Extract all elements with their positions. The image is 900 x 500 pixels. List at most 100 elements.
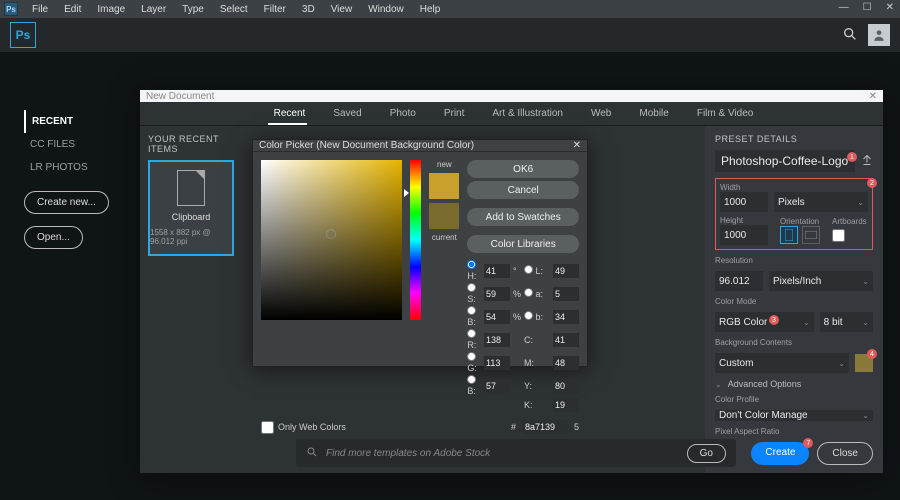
colorpicker-close-icon[interactable]: ✕ (573, 140, 581, 151)
cancel-button[interactable]: Cancel (467, 181, 579, 199)
menu-view[interactable]: View (323, 2, 361, 17)
create-button[interactable]: Create 7 (751, 442, 809, 465)
field-h[interactable] (484, 264, 510, 278)
annotation-2: 2 (867, 178, 877, 188)
color-libraries-button[interactable]: Color Libraries (467, 235, 579, 253)
menu-3d[interactable]: 3D (294, 2, 323, 17)
minimize-button[interactable]: — (839, 2, 849, 13)
close-dialog-button[interactable]: Close (817, 442, 873, 465)
field-k[interactable] (553, 398, 579, 412)
menu-filter[interactable]: Filter (256, 2, 294, 17)
width-input[interactable] (720, 192, 768, 212)
rail-lrphotos[interactable]: LR PHOTOS (24, 156, 129, 179)
radio-h[interactable] (467, 260, 476, 269)
tab-web[interactable]: Web (589, 102, 613, 125)
annotation-5: 5 (574, 422, 579, 432)
ok-button[interactable]: OK 6 (467, 160, 579, 178)
maximize-button[interactable]: ☐ (863, 2, 872, 13)
menu-select[interactable]: Select (212, 2, 256, 17)
save-preset-icon[interactable] (861, 154, 873, 168)
menu-window[interactable]: Window (360, 2, 412, 17)
recent-item-meta: 1558 x 882 px @ 96.012 ppi (150, 228, 232, 246)
width-unit-select[interactable]: Pixels⌄ (774, 192, 868, 212)
radio-b[interactable] (467, 306, 476, 315)
field-l[interactable] (553, 264, 579, 278)
tab-photo[interactable]: Photo (388, 102, 418, 125)
current-color (429, 203, 459, 229)
profile-select[interactable]: Don't Color Manage⌄ (715, 410, 873, 421)
app-chrome: Ps (0, 18, 900, 52)
height-label: Height (720, 216, 768, 225)
radio-l[interactable] (524, 265, 533, 274)
colormode-select[interactable]: RGB Color⌄ 3 (715, 312, 814, 332)
field-blab[interactable] (553, 310, 579, 324)
orientation-portrait[interactable] (780, 226, 798, 244)
tab-recent[interactable]: Recent (268, 102, 308, 125)
hue-slider[interactable] (410, 160, 422, 320)
menu-layer[interactable]: Layer (133, 2, 174, 17)
field-r[interactable] (484, 333, 510, 347)
preset-title-field[interactable]: Photoshop-Coffee-Logo (715, 150, 855, 172)
create-new-button[interactable]: Create new... (24, 191, 109, 214)
field-y[interactable] (553, 379, 579, 393)
orientation-landscape[interactable] (802, 226, 820, 244)
field-c[interactable] (553, 333, 579, 347)
menu-help[interactable]: Help (412, 2, 449, 17)
field-s[interactable] (484, 287, 510, 301)
go-button[interactable]: Go (687, 444, 726, 463)
advanced-toggle[interactable]: ⌄ Advanced Options (715, 379, 873, 389)
field-brgb[interactable] (484, 379, 510, 393)
stock-prompt[interactable]: Find more templates on Adobe Stock (326, 448, 679, 459)
radio-s[interactable] (467, 283, 476, 292)
app-badge: Ps (4, 2, 18, 16)
only-web-checkbox[interactable]: Only Web Colors (261, 421, 346, 434)
page-icon (177, 170, 205, 206)
field-g[interactable] (484, 356, 510, 370)
artboards-checkbox[interactable] (832, 229, 845, 242)
chevron-down-icon: ⌄ (715, 380, 722, 389)
chevron-down-icon: ⌄ (857, 198, 864, 207)
profile-label: Color Profile (715, 395, 873, 404)
sv-field[interactable] (261, 160, 402, 320)
hex-input[interactable] (522, 420, 568, 434)
advanced-label: Advanced Options (728, 379, 802, 389)
close-button[interactable]: ✕ (886, 2, 894, 13)
field-bhsb[interactable] (484, 310, 510, 324)
tab-film[interactable]: Film & Video (695, 102, 756, 125)
open-button[interactable]: Open... (24, 226, 83, 249)
height-input[interactable] (720, 225, 768, 245)
menu-image[interactable]: Image (89, 2, 133, 17)
menu-file[interactable]: File (24, 2, 56, 17)
newdoc-close-icon[interactable]: ✕ (869, 91, 877, 102)
bg-select[interactable]: Custom⌄ (715, 353, 849, 373)
newdoc-title: New Document (146, 91, 214, 102)
radio-bch[interactable] (467, 375, 476, 384)
field-m[interactable] (553, 356, 579, 370)
tab-mobile[interactable]: Mobile (637, 102, 670, 125)
recent-label: YOUR RECENT ITEMS (148, 134, 232, 154)
color-picker-dialog: Color Picker (New Document Background Co… (252, 139, 588, 367)
rail-ccfiles[interactable]: CC FILES (24, 133, 129, 156)
resolution-input[interactable] (715, 271, 763, 291)
resolution-label: Resolution (715, 256, 873, 265)
menu-edit[interactable]: Edit (56, 2, 89, 17)
radio-g[interactable] (467, 352, 476, 361)
bitdepth-select[interactable]: 8 bit⌄ (820, 312, 873, 332)
avatar[interactable] (868, 24, 890, 46)
tab-print[interactable]: Print (442, 102, 467, 125)
search-icon[interactable] (842, 26, 858, 45)
radio-a[interactable] (524, 288, 533, 297)
search-icon (306, 446, 318, 461)
add-swatches-button[interactable]: Add to Swatches (467, 208, 579, 226)
resolution-unit-select[interactable]: Pixels/Inch⌄ (769, 271, 873, 291)
menu-type[interactable]: Type (174, 2, 212, 17)
radio-bb[interactable] (524, 311, 533, 320)
aspect-label: Pixel Aspect Ratio (715, 427, 873, 436)
radio-r[interactable] (467, 329, 476, 338)
tab-art[interactable]: Art & Illustration (490, 102, 565, 125)
new-color (429, 173, 459, 199)
rail-recent[interactable]: RECENT (24, 110, 129, 133)
field-a[interactable] (553, 287, 579, 301)
tab-saved[interactable]: Saved (331, 102, 363, 125)
recent-item-clipboard[interactable]: Clipboard 1558 x 882 px @ 96.012 ppi (148, 160, 234, 256)
